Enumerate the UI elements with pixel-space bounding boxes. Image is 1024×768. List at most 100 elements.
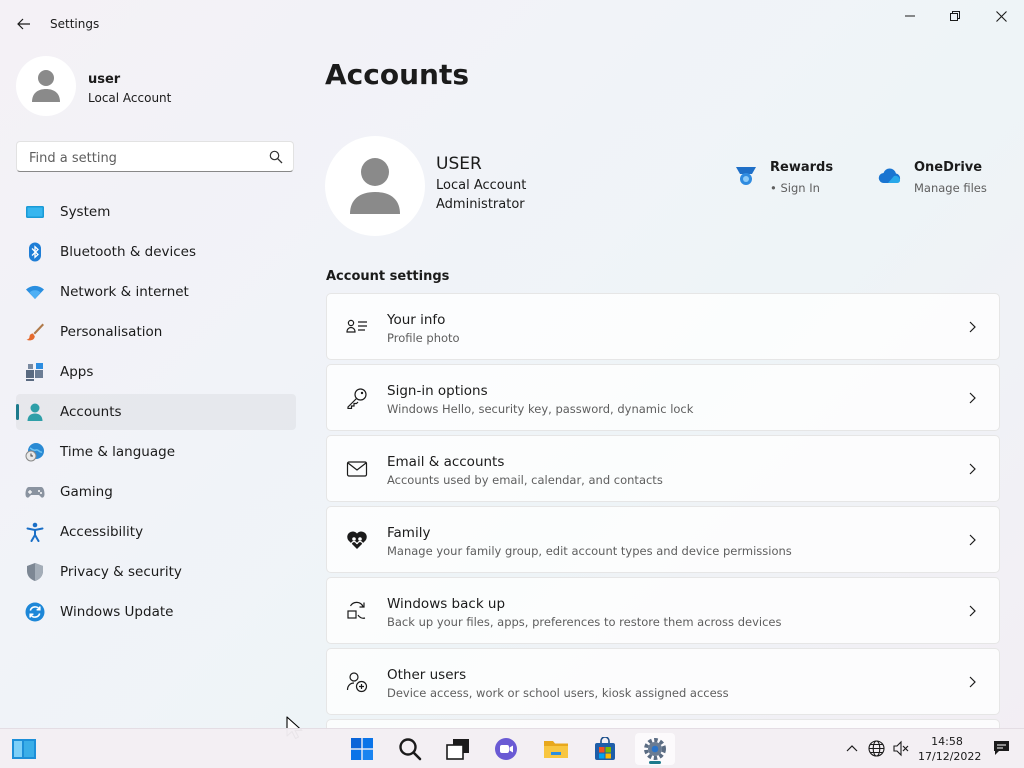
card-title: Other users — [387, 667, 467, 683]
close-button[interactable] — [978, 0, 1024, 32]
avatar — [16, 56, 76, 116]
sidebar-item-label: Bluetooth & devices — [60, 244, 197, 260]
account-settings-list: Your info Profile photo Sign-in options … — [326, 293, 1000, 735]
sidebar-item-label: Network & internet — [60, 284, 189, 300]
card-subtitle: Profile photo — [387, 331, 460, 345]
speaker-muted-icon — [892, 740, 908, 756]
chevron-right-icon — [969, 392, 976, 404]
bluetooth-icon — [29, 242, 41, 262]
accessibility-icon — [26, 522, 44, 542]
widgets-button[interactable] — [4, 733, 44, 765]
card-your-info[interactable]: Your info Profile photo — [326, 293, 1000, 360]
globe-icon — [867, 739, 885, 757]
card-family[interactable]: Family Manage your family group, edit ac… — [326, 506, 1000, 573]
network-tray-button[interactable] — [867, 739, 885, 757]
store-bag-icon — [595, 737, 615, 760]
clock-date: 17/12/2022 — [918, 750, 982, 763]
settings-window: Settings user Local Account System Bluet… — [0, 0, 1024, 740]
sidebar-item-accounts[interactable]: Accounts — [16, 394, 296, 430]
rewards-tile[interactable]: Rewards • Sign In — [734, 158, 854, 200]
sidebar-item-label: Time & language — [60, 444, 176, 460]
folder-icon — [544, 741, 568, 758]
title-bar: Settings — [0, 0, 1024, 48]
store-button[interactable] — [585, 733, 625, 765]
task-view-icon — [446, 739, 469, 760]
sidebar-item-windows-update[interactable]: Windows Update — [16, 594, 296, 630]
card-subtitle: Windows Hello, security key, password, d… — [387, 402, 694, 416]
sidebar-profile[interactable]: user Local Account — [16, 56, 296, 118]
chevron-up-icon — [846, 745, 858, 752]
sidebar-item-bluetooth[interactable]: Bluetooth & devices — [16, 234, 296, 270]
page-title: Accounts — [325, 58, 470, 91]
card-windows-backup[interactable]: Windows back up Back up your files, apps… — [326, 577, 1000, 644]
card-other-users[interactable]: Other users Device access, work or schoo… — [326, 648, 1000, 715]
sidebar-item-label: Accessibility — [60, 524, 144, 540]
globe-clock-icon — [25, 443, 44, 462]
sidebar-nav: System Bluetooth & devices Network & int… — [16, 194, 296, 634]
search-input[interactable] — [27, 148, 261, 168]
windows-logo-icon — [351, 738, 373, 760]
family-heart-icon — [347, 531, 367, 549]
notification-icon — [993, 741, 1009, 755]
clock-time: 14:58 — [931, 735, 963, 748]
onedrive-title: OneDrive — [914, 160, 983, 175]
gear-icon — [644, 738, 666, 760]
card-subtitle: Back up your files, apps, preferences to… — [387, 615, 782, 629]
person-details-icon — [346, 319, 367, 333]
chevron-right-icon — [969, 676, 976, 688]
sidebar-item-time-language[interactable]: Time & language — [16, 434, 296, 470]
restore-icon — [950, 11, 960, 21]
taskbar: 14:58 17/12/2022 — [0, 728, 1024, 768]
chat-camera-icon — [495, 738, 517, 760]
profile-name: user — [88, 72, 121, 87]
person-avatar-icon — [350, 158, 400, 214]
tray-overflow-button[interactable] — [843, 739, 861, 757]
volume-tray-button[interactable] — [892, 739, 910, 757]
card-title: Your info — [387, 312, 446, 328]
taskbar-clock[interactable]: 14:58 17/12/2022 — [918, 734, 982, 764]
apps-icon — [26, 363, 43, 381]
chevron-right-icon — [969, 605, 976, 617]
sidebar-item-accessibility[interactable]: Accessibility — [16, 514, 296, 550]
sidebar-item-label: System — [60, 204, 111, 220]
chevron-right-icon — [969, 463, 976, 475]
card-title: Family — [387, 525, 431, 541]
sidebar-item-personalisation[interactable]: Personalisation — [16, 314, 296, 350]
settings-taskbar-button[interactable] — [635, 733, 675, 765]
wifi-icon — [26, 285, 44, 299]
sidebar-item-label: Personalisation — [60, 324, 163, 340]
chat-button[interactable] — [486, 733, 526, 765]
chevron-right-icon — [969, 321, 976, 333]
card-sign-in-options[interactable]: Sign-in options Windows Hello, security … — [326, 364, 1000, 431]
sidebar-item-apps[interactable]: Apps — [16, 354, 296, 390]
search-taskbar-button[interactable] — [390, 733, 430, 765]
widgets-icon — [12, 739, 36, 759]
sidebar-item-network[interactable]: Network & internet — [16, 274, 296, 310]
back-button[interactable] — [10, 10, 38, 38]
task-view-button[interactable] — [438, 733, 478, 765]
card-title: Sign-in options — [387, 383, 488, 399]
sidebar-item-privacy-security[interactable]: Privacy & security — [16, 554, 296, 590]
sidebar-item-system[interactable]: System — [16, 194, 296, 230]
file-explorer-button[interactable] — [536, 733, 576, 765]
search-icon — [399, 738, 422, 761]
shield-icon — [27, 563, 43, 581]
sidebar-item-gaming[interactable]: Gaming — [16, 474, 296, 510]
paintbrush-icon — [26, 323, 44, 341]
search-icon[interactable] — [269, 150, 283, 164]
person-icon — [27, 403, 43, 421]
sidebar-item-label: Apps — [60, 364, 94, 380]
card-subtitle: Manage your family group, edit account t… — [387, 544, 792, 558]
monitor-icon — [26, 206, 44, 218]
card-email-accounts[interactable]: Email & accounts Accounts used by email,… — [326, 435, 1000, 502]
person-avatar-icon — [32, 70, 60, 102]
notifications-button[interactable] — [992, 739, 1010, 757]
cloud-icon — [878, 168, 901, 184]
card-subtitle: Device access, work or school users, kio… — [387, 686, 729, 700]
card-subtitle: Accounts used by email, calendar, and co… — [387, 473, 663, 487]
minimize-button[interactable] — [887, 0, 933, 32]
restore-button[interactable] — [932, 0, 978, 32]
onedrive-tile[interactable]: OneDrive Manage files — [878, 158, 998, 200]
start-button[interactable] — [342, 733, 382, 765]
account-avatar[interactable] — [325, 136, 425, 236]
